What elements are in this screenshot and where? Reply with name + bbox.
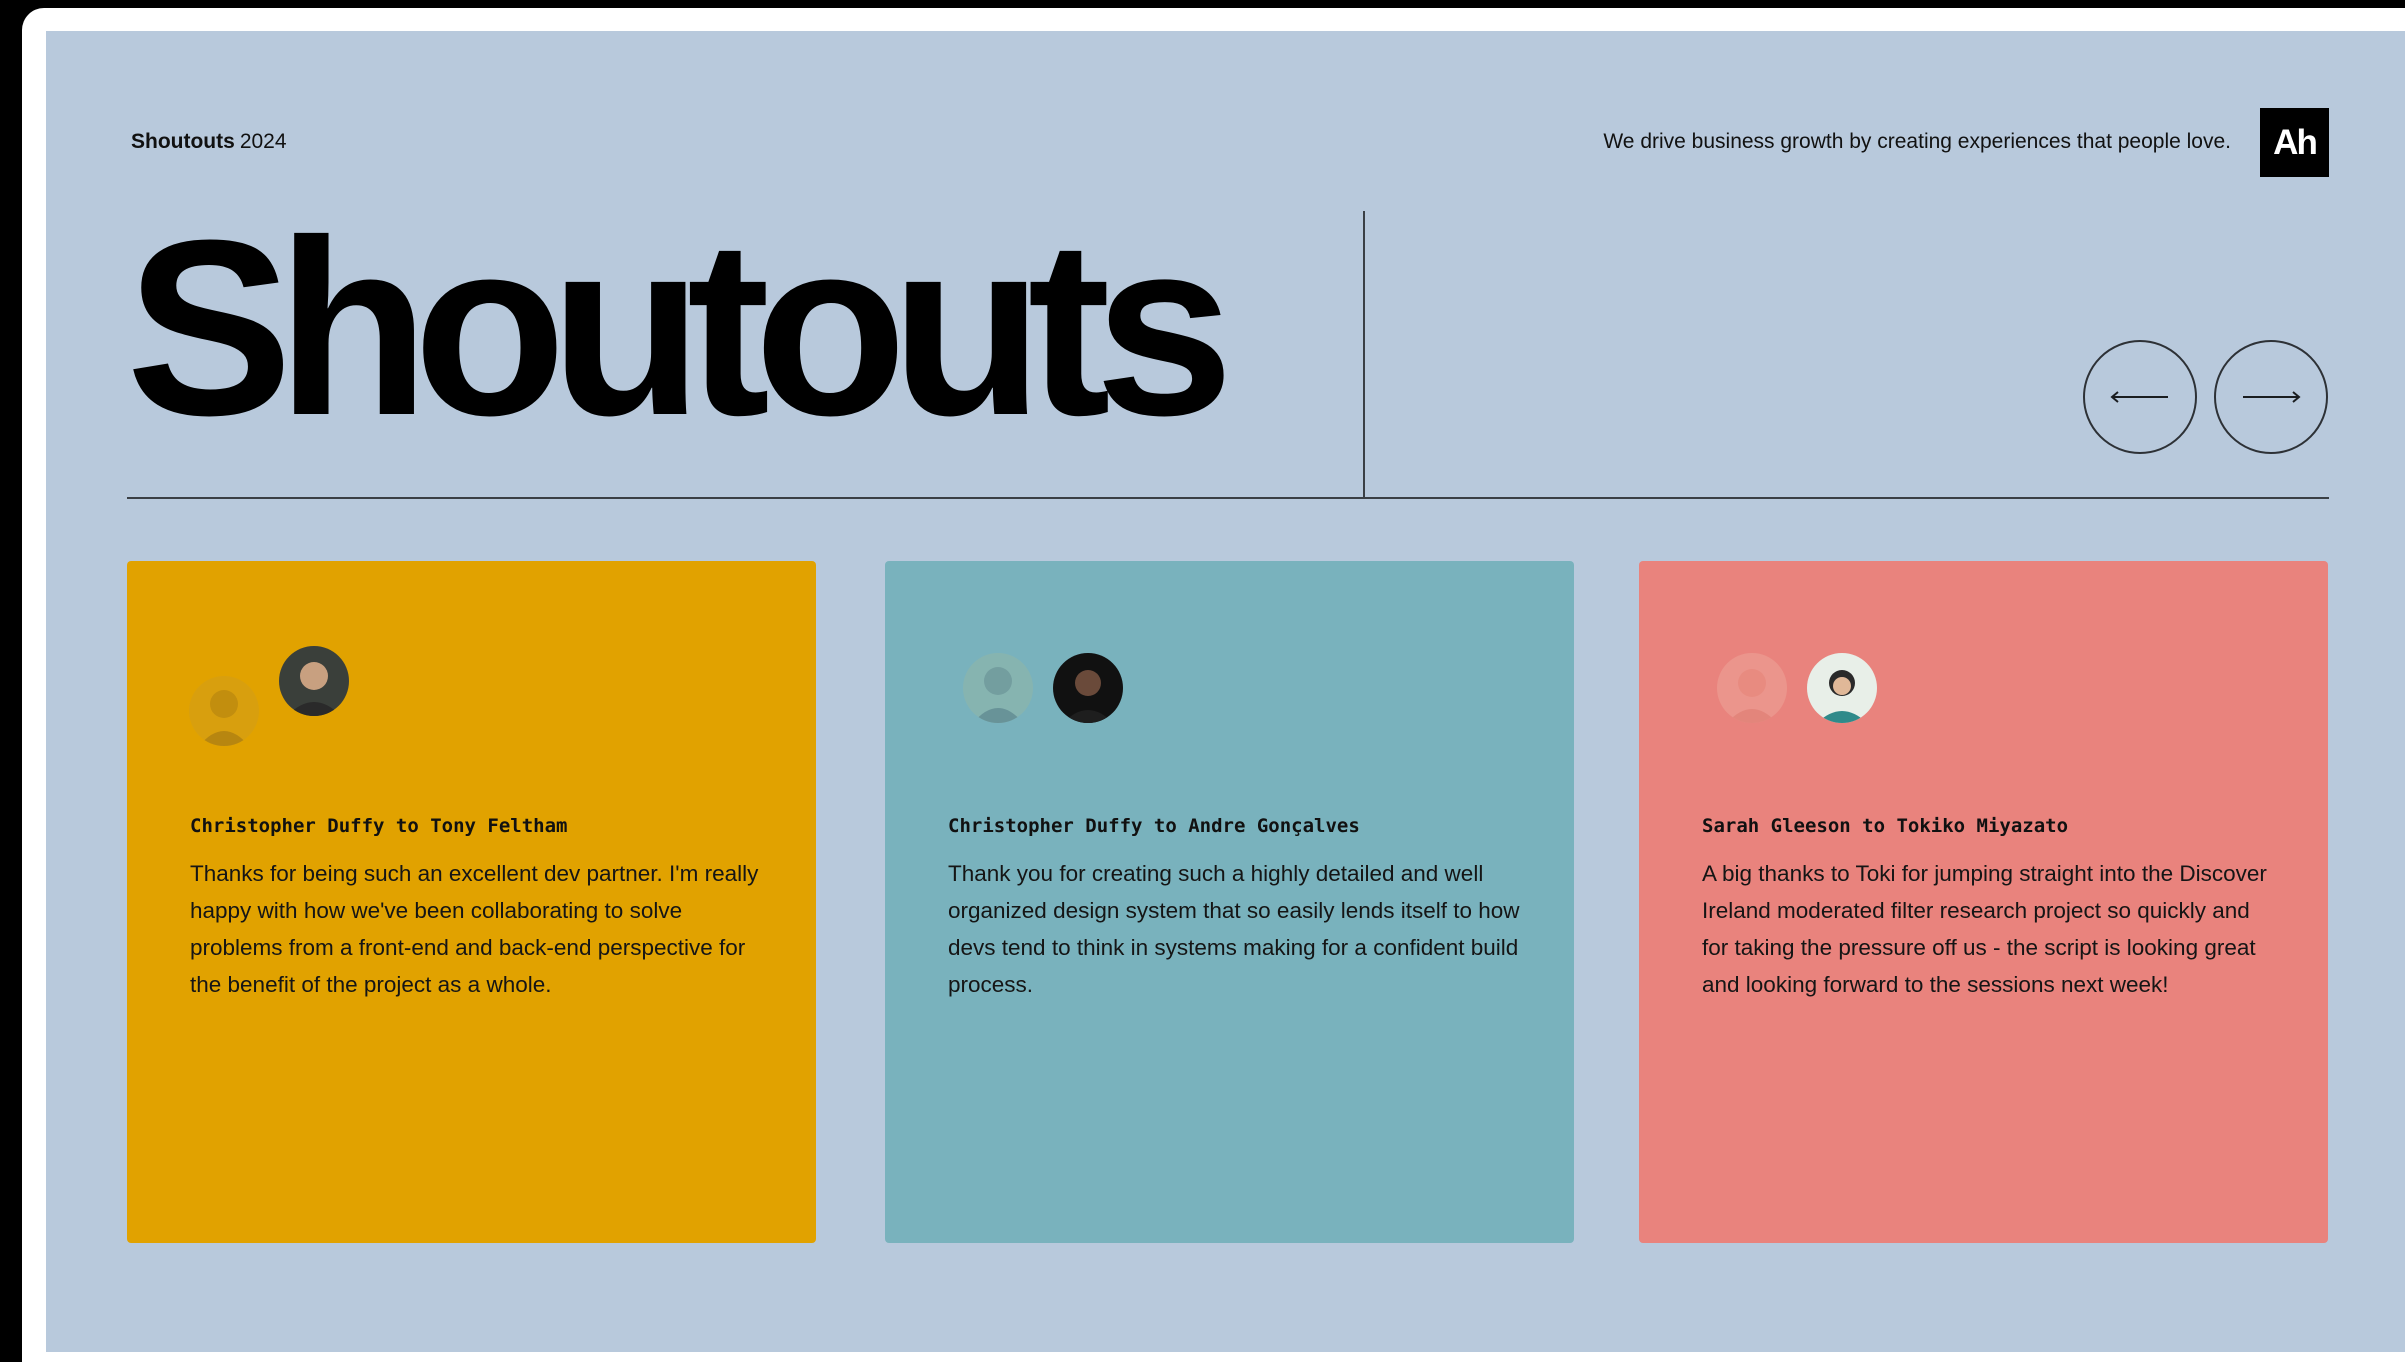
- page-label: Shoutouts 2024: [131, 130, 287, 154]
- previous-button[interactable]: [2083, 340, 2197, 454]
- shoutout-from-to: Christopher Duffy to Tony Feltham: [190, 815, 568, 837]
- shoutout-card[interactable]: Sarah Gleeson to Tokiko Miyazato A big t…: [1639, 561, 2328, 1243]
- avatar-christopher-duffy: [963, 653, 1033, 723]
- avatar-andre-goncalves: [1053, 653, 1123, 723]
- shoutout-message: Thank you for creating such a highly det…: [948, 861, 1520, 997]
- avatar-tony-feltham: [279, 646, 349, 716]
- page-label-year: 2024: [239, 130, 287, 153]
- arrow-right-icon: [2243, 391, 2301, 403]
- next-button[interactable]: [2214, 340, 2328, 454]
- hero-title: Shoutouts: [126, 188, 1234, 467]
- shoutout-message: Thanks for being such an excellent dev p…: [190, 861, 759, 997]
- shoutout-from-to: Sarah Gleeson to Tokiko Miyazato: [1702, 815, 2069, 837]
- page-label-title: Shoutouts: [131, 130, 235, 153]
- shoutout-message: A big thanks to Toki for jumping straigh…: [1702, 861, 2267, 997]
- vertical-divider: [1363, 211, 1365, 498]
- shoutout-card[interactable]: Christopher Duffy to Andre Gonçalves Tha…: [885, 561, 1574, 1243]
- shoutouts-slide: Shoutouts 2024 We drive business growth b…: [46, 31, 2405, 1352]
- shoutout-card[interactable]: Christopher Duffy to Tony Feltham Thanks…: [127, 561, 816, 1243]
- company-tagline: We drive business growth by creating exp…: [1603, 130, 2231, 153]
- shoutout-from-to: Christopher Duffy to Andre Gonçalves: [948, 815, 1360, 837]
- avatar-christopher-duffy: [189, 676, 259, 746]
- horizontal-divider: [127, 497, 2329, 499]
- avatar-sarah-gleeson: [1717, 653, 1787, 723]
- company-logo[interactable]: Ah: [2260, 108, 2329, 177]
- avatar-tokiko-miyazato: [1807, 653, 1877, 723]
- arrow-left-icon: [2110, 391, 2168, 403]
